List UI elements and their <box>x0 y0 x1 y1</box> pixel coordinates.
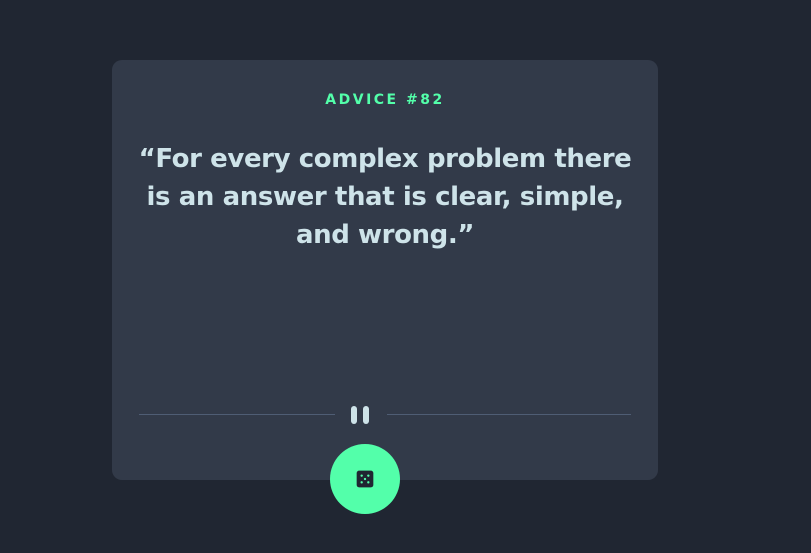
advice-quote: “For every complex problem there is an a… <box>138 144 632 250</box>
pattern-divider <box>139 405 631 425</box>
new-advice-button[interactable] <box>330 444 400 514</box>
dice-icon <box>356 470 374 488</box>
advice-id: ADVICE #82 <box>325 92 445 108</box>
advice-card: ADVICE #82 “For every complex problem th… <box>112 60 658 480</box>
divider-line-left <box>139 414 335 415</box>
pause-icon <box>349 406 371 424</box>
divider-line-right <box>387 414 631 415</box>
